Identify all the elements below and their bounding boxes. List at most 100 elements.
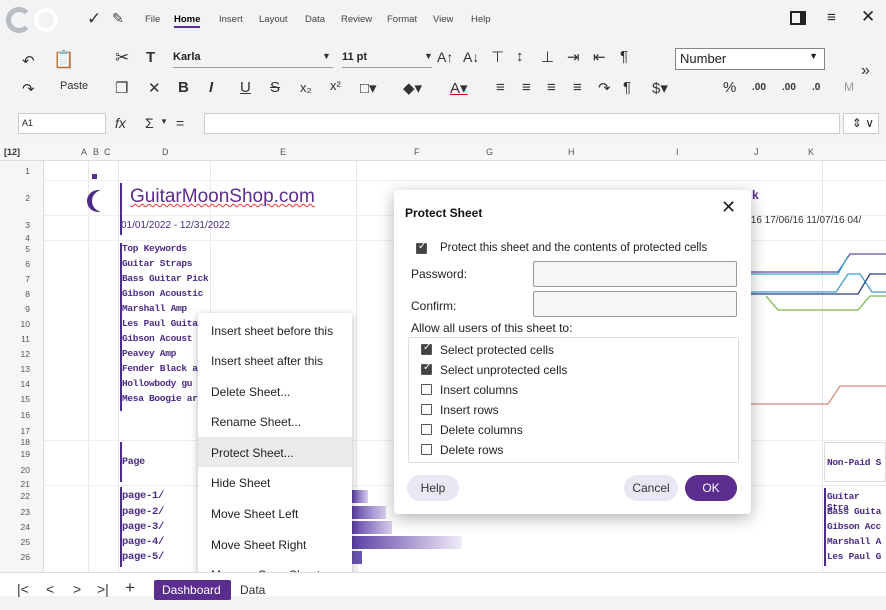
row-header[interactable]: 7 (0, 274, 30, 284)
confirm-password-field[interactable] (533, 291, 737, 317)
font-dropdown-icon[interactable]: ▼ (322, 51, 331, 61)
undo-icon[interactable]: ↶ (22, 52, 35, 70)
menu-format[interactable]: Format (387, 14, 417, 25)
shrink-font-icon[interactable]: A↓ (463, 49, 479, 65)
row-header[interactable]: 19 (0, 449, 30, 459)
number-format-select[interactable]: Number ▼ (675, 48, 825, 70)
col-header-e[interactable]: E (280, 147, 286, 157)
justify-icon[interactable]: ≡ (573, 79, 582, 96)
row-header[interactable]: 2 (0, 193, 30, 203)
keyword-cell[interactable]: Les Paul Guitar (122, 318, 203, 329)
ctx-hide-sheet[interactable]: Hide Sheet (198, 467, 352, 497)
menu-review[interactable]: Review (341, 14, 372, 25)
number-dropdown-icon[interactable]: ▼ (809, 51, 818, 61)
more-icon[interactable]: » (861, 62, 870, 80)
clear-format-icon[interactable]: ✕ (148, 79, 161, 97)
perm-insert-rows-checkbox[interactable] (421, 404, 432, 415)
paste-icon[interactable]: 📋 (53, 50, 74, 70)
group-level-icon[interactable]: [12] (4, 147, 20, 157)
col-header-a[interactable]: A (81, 147, 87, 157)
menu-data[interactable]: Data (305, 14, 325, 25)
last-sheet-icon[interactable]: >| (97, 581, 109, 597)
increase-decimal-icon[interactable]: .00 (782, 82, 796, 93)
add-sheet-icon[interactable]: + (125, 578, 135, 598)
bold-icon[interactable]: B (178, 79, 189, 96)
col-header-i[interactable]: I (676, 147, 679, 157)
checkmark-icon[interactable]: ✓ (87, 9, 101, 29)
keyword-cell[interactable]: Fender Black ar (122, 363, 203, 374)
col-header-h[interactable]: H (568, 147, 575, 157)
row-header[interactable]: 21 (0, 479, 30, 489)
dialog-close-icon[interactable]: ✕ (721, 197, 736, 218)
borders-icon[interactable]: □▾ (360, 79, 377, 97)
row-header[interactable]: 10 (0, 319, 30, 329)
perm-select-unprotected-checkbox[interactable] (421, 362, 432, 375)
perm-select-protected-checkbox[interactable] (421, 342, 432, 355)
ctx-protect-sheet[interactable]: Protect Sheet... (198, 437, 352, 467)
nonpaid-cell[interactable]: Les Paul G (827, 551, 881, 562)
row-header[interactable]: 15 (0, 394, 30, 404)
paste-label[interactable]: Paste (60, 80, 88, 92)
row-header[interactable]: 17 (0, 426, 30, 436)
currency-icon[interactable]: $▾ (652, 79, 668, 97)
sum-icon[interactable]: Σ (145, 115, 154, 131)
align-middle-icon[interactable]: ↕ (516, 48, 524, 65)
row-header[interactable]: 22 (0, 491, 30, 501)
align-bottom-icon[interactable]: ⊥ (541, 48, 554, 66)
row-header[interactable]: 13 (0, 364, 30, 374)
fill-color-icon[interactable]: ◆▾ (403, 79, 422, 97)
equals-icon[interactable]: = (176, 115, 184, 131)
row-header[interactable]: 26 (0, 552, 30, 562)
row-header[interactable]: 23 (0, 507, 30, 517)
row-header[interactable]: 20 (0, 465, 30, 475)
ctx-delete-sheet[interactable]: Delete Sheet... (198, 376, 352, 406)
paragraph-dir-icon[interactable]: ¶ (623, 79, 631, 96)
ok-button[interactable]: OK (685, 475, 737, 501)
size-dropdown-icon[interactable]: ▼ (424, 51, 433, 61)
col-header-g[interactable]: G (486, 147, 493, 157)
col-header-c[interactable]: C (104, 147, 111, 157)
align-center-icon[interactable]: ≡ (522, 79, 531, 96)
row-header[interactable]: 11 (0, 334, 30, 344)
copy-icon[interactable]: ❐ (115, 79, 128, 97)
row-header[interactable]: 1 (0, 166, 30, 176)
col-header-d[interactable]: D (162, 147, 169, 157)
ctx-move-right[interactable]: Move Sheet Right (198, 529, 352, 559)
nonpaid-cell[interactable]: Marshall A (827, 536, 881, 547)
row-header[interactable]: 9 (0, 304, 30, 314)
tab-dashboard[interactable]: Dashboard (154, 580, 231, 600)
ctx-insert-before[interactable]: Insert sheet before this (198, 315, 352, 345)
row-header[interactable]: 16 (0, 410, 30, 420)
menu-help[interactable]: Help (471, 14, 491, 25)
font-color-icon[interactable]: A▾ (450, 79, 468, 97)
menu-home[interactable]: Home (174, 14, 201, 28)
expand-formula-icon[interactable]: ⇕ ∨ (843, 113, 879, 134)
page-cell[interactable]: page-5/ (122, 551, 164, 563)
page-cell[interactable]: page-1/ (122, 490, 164, 502)
row-header[interactable]: 5 (0, 244, 30, 254)
first-sheet-icon[interactable]: |< (17, 581, 29, 597)
grow-font-icon[interactable]: A↑ (437, 49, 453, 65)
font-size-select[interactable]: 11 pt (342, 48, 432, 68)
font-name-select[interactable]: Karla (173, 48, 333, 68)
keyword-cell[interactable]: Guitar Straps (122, 258, 193, 269)
help-button[interactable]: Help (407, 475, 459, 501)
nonpaid-cell[interactable]: Gibson Acc (827, 521, 881, 532)
row-header[interactable]: 18 (0, 437, 30, 447)
formula-input[interactable] (204, 113, 840, 134)
sidebar-toggle-icon[interactable] (790, 11, 806, 25)
tab-data[interactable]: Data (240, 583, 265, 597)
keyword-cell[interactable]: Marshall Amp (122, 303, 187, 314)
col-header-f[interactable]: F (414, 147, 420, 157)
ctx-rename-sheet[interactable]: Rename Sheet... (198, 406, 352, 436)
password-field[interactable] (533, 261, 737, 287)
decrease-decimal-icon[interactable]: .0 (812, 82, 820, 93)
row-header[interactable]: 3 (0, 220, 30, 230)
page-cell[interactable]: page-2/ (122, 506, 164, 518)
keyword-cell[interactable]: Mesa Boogie ar (122, 393, 198, 404)
page-cell[interactable]: page-3/ (122, 521, 164, 533)
menu-file[interactable]: File (145, 14, 160, 25)
menu-insert[interactable]: Insert (219, 14, 243, 25)
align-right-icon[interactable]: ≡ (547, 79, 556, 96)
subscript-icon[interactable]: x₂ (300, 80, 312, 95)
